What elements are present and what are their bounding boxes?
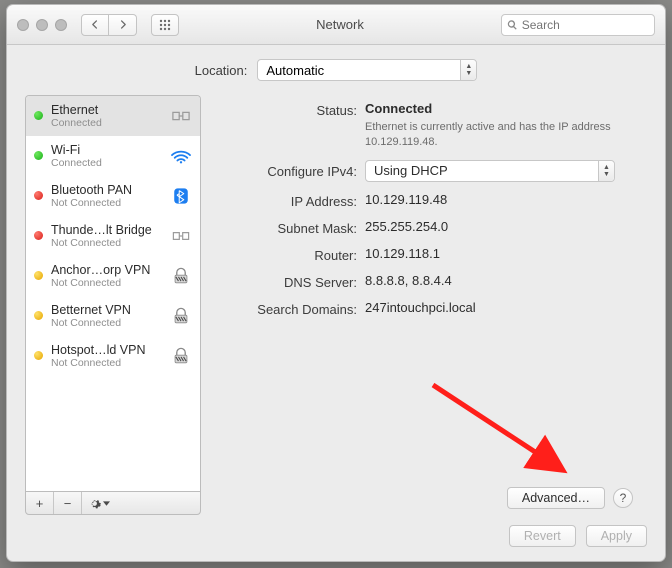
status-dot-icon — [34, 191, 43, 200]
service-name: Thunde…lt Bridge — [51, 223, 160, 237]
columns: Ethernet Connected Wi-Fi Connected — [25, 95, 647, 515]
service-name: Hotspot…ld VPN — [51, 343, 160, 357]
status-dot-icon — [34, 311, 43, 320]
zoom-window-button[interactable] — [55, 19, 67, 31]
thunderbolt-icon — [168, 226, 194, 246]
forward-button[interactable] — [109, 14, 137, 36]
service-status: Not Connected — [51, 357, 160, 369]
service-item-wifi[interactable]: Wi-Fi Connected — [26, 136, 200, 176]
window-title: Network — [187, 17, 493, 32]
service-status: Not Connected — [51, 277, 160, 289]
router-label: Router: — [217, 246, 365, 263]
subnet-mask-label: Subnet Mask: — [217, 219, 365, 236]
router-value: 10.129.118.1 — [365, 246, 647, 261]
window-controls — [17, 19, 67, 31]
service-item-bluetooth[interactable]: Bluetooth PAN Not Connected — [26, 176, 200, 216]
show-all-button[interactable] — [151, 14, 179, 36]
search-domains-value: 247intouchpci.local — [365, 300, 647, 315]
ip-address-label: IP Address: — [217, 192, 365, 209]
service-item-vpn-anchor[interactable]: Anchor…orp VPN Not Connected — [26, 256, 200, 296]
sidebar: Ethernet Connected Wi-Fi Connected — [25, 95, 201, 515]
service-status: Connected — [51, 157, 160, 169]
configure-ipv4-value: Using DHCP — [374, 163, 448, 178]
dns-server-label: DNS Server: — [217, 273, 365, 290]
service-status: Not Connected — [51, 317, 160, 329]
search-field[interactable] — [501, 14, 655, 36]
network-prefs-window: Network Location: Automatic ▲▼ Ethernet — [6, 4, 666, 562]
service-status: Connected — [51, 117, 160, 129]
service-actions-menu[interactable] — [82, 492, 200, 514]
service-name: Anchor…orp VPN — [51, 263, 160, 277]
nav-buttons — [81, 14, 137, 36]
configure-ipv4-label: Configure IPv4: — [217, 162, 365, 179]
status-dot-icon — [34, 271, 43, 280]
status-label: Status: — [217, 101, 365, 118]
status-dot-icon — [34, 351, 43, 360]
footer: Revert Apply — [25, 515, 647, 547]
configure-ipv4-select[interactable]: Using DHCP ▲▼ — [365, 160, 615, 182]
service-name: Betternet VPN — [51, 303, 160, 317]
service-toolbar: + − — [25, 491, 201, 515]
service-name: Ethernet — [51, 103, 160, 117]
vpn-icon — [168, 266, 194, 286]
ip-address-value: 10.129.119.48 — [365, 192, 647, 207]
status-dot-icon — [34, 151, 43, 160]
detail-pane: Status: Connected Ethernet is currently … — [217, 95, 647, 515]
revert-button[interactable]: Revert — [509, 525, 576, 547]
search-icon — [507, 19, 518, 31]
bluetooth-icon — [168, 186, 194, 206]
stepper-icon: ▲▼ — [460, 60, 476, 80]
vpn-icon — [168, 306, 194, 326]
service-item-vpn-betternet[interactable]: Betternet VPN Not Connected — [26, 296, 200, 336]
close-window-button[interactable] — [17, 19, 29, 31]
service-name: Bluetooth PAN — [51, 183, 160, 197]
service-status: Not Connected — [51, 197, 160, 209]
service-item-vpn-hotspot[interactable]: Hotspot…ld VPN Not Connected — [26, 336, 200, 376]
add-service-button[interactable]: + — [26, 492, 54, 514]
service-item-thunderbolt[interactable]: Thunde…lt Bridge Not Connected — [26, 216, 200, 256]
advanced-button[interactable]: Advanced… — [507, 487, 605, 509]
apply-button[interactable]: Apply — [586, 525, 647, 547]
location-row: Location: Automatic ▲▼ — [25, 59, 647, 81]
location-select[interactable]: Automatic ▲▼ — [257, 59, 477, 81]
content: Location: Automatic ▲▼ Ethernet Connecte… — [7, 45, 665, 561]
service-list[interactable]: Ethernet Connected Wi-Fi Connected — [25, 95, 201, 491]
location-label: Location: — [195, 63, 248, 78]
vpn-icon — [168, 346, 194, 366]
remove-service-button[interactable]: − — [54, 492, 82, 514]
ethernet-icon — [168, 106, 194, 126]
chevron-down-icon — [103, 501, 110, 506]
back-button[interactable] — [81, 14, 109, 36]
titlebar: Network — [7, 5, 665, 45]
status-value: Connected — [365, 101, 647, 116]
wifi-icon — [168, 146, 194, 166]
search-domains-label: Search Domains: — [217, 300, 365, 317]
status-dot-icon — [34, 231, 43, 240]
status-note: Ethernet is currently active and has the… — [365, 120, 625, 150]
stepper-icon: ▲▼ — [598, 161, 614, 181]
service-status: Not Connected — [51, 237, 160, 249]
service-item-ethernet[interactable]: Ethernet Connected — [26, 96, 200, 136]
service-name: Wi-Fi — [51, 143, 160, 157]
subnet-mask-value: 255.255.254.0 — [365, 219, 647, 234]
dns-server-value: 8.8.8.8, 8.8.4.4 — [365, 273, 647, 288]
help-button[interactable]: ? — [613, 488, 633, 508]
minimize-window-button[interactable] — [36, 19, 48, 31]
search-input[interactable] — [522, 18, 649, 32]
gear-icon — [88, 497, 101, 510]
status-dot-icon — [34, 111, 43, 120]
location-value: Automatic — [266, 63, 324, 78]
